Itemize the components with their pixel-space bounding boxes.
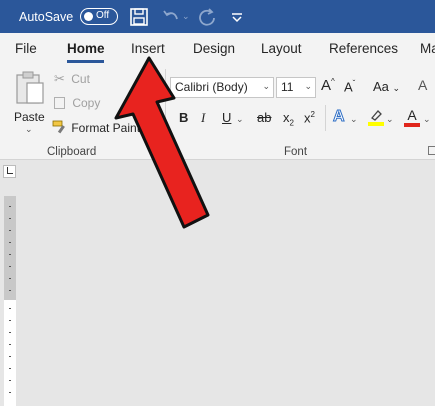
caret-down-icon: ˇ bbox=[352, 79, 356, 88]
vertical-ruler[interactable] bbox=[4, 196, 16, 406]
highlighter-icon bbox=[368, 110, 384, 126]
clipboard-dialog-launcher-icon[interactable] bbox=[151, 146, 160, 155]
ribbon-tabs: File Home Insert Design Layout Reference… bbox=[0, 33, 435, 65]
font-name-combo[interactable]: Calibri (Body) ⌄ bbox=[170, 77, 274, 98]
change-case-label: Aa bbox=[373, 79, 389, 94]
undo-dropdown-icon[interactable]: ⌄ bbox=[182, 11, 190, 22]
autosave-label: AutoSave bbox=[19, 10, 74, 24]
font-group-label: Font bbox=[284, 146, 308, 158]
shrink-font-label: A bbox=[344, 79, 353, 95]
copy-icon bbox=[54, 97, 65, 109]
chevron-down-icon[interactable]: ⌄ bbox=[423, 114, 431, 125]
superscript-button[interactable]: x2 bbox=[304, 110, 315, 125]
group-separator bbox=[165, 69, 166, 157]
paintbrush-icon bbox=[52, 120, 65, 134]
change-case-button[interactable]: Aa ⌄ bbox=[373, 79, 400, 94]
font-color-icon: A bbox=[407, 107, 417, 123]
paste-dropdown-icon[interactable]: ⌄ bbox=[25, 124, 33, 135]
cut-label: Cut bbox=[71, 72, 90, 86]
tab-layout[interactable]: Layout bbox=[261, 41, 302, 56]
chevron-down-icon: ⌄ bbox=[392, 83, 401, 93]
tab-selector[interactable] bbox=[3, 165, 16, 178]
tab-home[interactable]: Home bbox=[67, 41, 105, 56]
bold-button[interactable]: B bbox=[179, 110, 188, 125]
autosave-state: Off bbox=[96, 10, 110, 21]
text-effects-icon[interactable]: A bbox=[333, 108, 346, 126]
toggle-knob bbox=[84, 11, 93, 21]
clear-formatting-icon[interactable]: A bbox=[418, 77, 427, 93]
undo-icon[interactable] bbox=[160, 6, 182, 28]
shrink-font-button[interactable]: Aˇ bbox=[344, 79, 355, 94]
paste-label: Paste bbox=[14, 110, 45, 124]
grow-font-button[interactable]: A^ bbox=[321, 77, 335, 94]
save-icon[interactable] bbox=[128, 6, 150, 28]
font-dialog-launcher-icon[interactable] bbox=[428, 146, 435, 155]
copy-label: Copy bbox=[72, 96, 101, 110]
ruler-margin bbox=[4, 196, 16, 300]
format-painter-label: Format Painter bbox=[71, 121, 151, 135]
tab-insert[interactable]: Insert bbox=[131, 41, 165, 56]
font-name-value: Calibri (Body) bbox=[175, 80, 248, 94]
active-tab-indicator bbox=[67, 60, 104, 63]
font-color-button[interactable]: A bbox=[404, 107, 420, 127]
paste-icon bbox=[16, 71, 44, 104]
scissors-icon: ✂ bbox=[54, 71, 65, 86]
subscript-button[interactable]: x2 bbox=[283, 110, 294, 128]
chevron-down-icon[interactable]: ⌄ bbox=[236, 114, 244, 125]
clipboard-group-label: Clipboard bbox=[47, 146, 97, 158]
caret-up-icon: ^ bbox=[331, 77, 335, 86]
underline-button[interactable]: U bbox=[222, 110, 231, 125]
chevron-down-icon[interactable]: ⌄ bbox=[386, 114, 394, 125]
paste-button[interactable]: Paste ⌄ bbox=[12, 69, 48, 141]
chevron-down-icon: ⌄ bbox=[262, 81, 270, 91]
font-size-combo[interactable]: 11 ⌄ bbox=[276, 77, 316, 98]
ribbon-home: Paste ⌄ ✂ Cut Copy Format Painter Clipbo… bbox=[0, 65, 435, 160]
italic-button[interactable]: I bbox=[201, 110, 205, 126]
redo-icon[interactable] bbox=[196, 6, 218, 28]
chevron-down-icon[interactable]: ⌄ bbox=[350, 114, 358, 125]
font-color-swatch bbox=[404, 123, 420, 127]
copy-button[interactable]: Copy bbox=[54, 96, 100, 110]
tab-references[interactable]: References bbox=[329, 41, 398, 56]
format-painter-button[interactable]: Format Painter bbox=[52, 120, 151, 135]
highlight-button[interactable] bbox=[367, 108, 385, 131]
tab-design[interactable]: Design bbox=[193, 41, 235, 56]
strikethrough-button[interactable]: ab bbox=[257, 110, 271, 125]
font-size-value: 11 bbox=[281, 80, 294, 94]
cut-button[interactable]: ✂ Cut bbox=[54, 71, 90, 87]
separator bbox=[325, 105, 326, 131]
title-bar: AutoSave Off ⌄ bbox=[0, 0, 435, 33]
grow-font-label: A bbox=[321, 77, 332, 94]
tab-mailings[interactable]: Ma bbox=[420, 41, 435, 56]
customize-quick-access-icon[interactable] bbox=[226, 6, 248, 28]
chevron-down-icon: ⌄ bbox=[304, 81, 312, 91]
subscript-mark: 2 bbox=[289, 118, 294, 128]
superscript-mark: 2 bbox=[310, 110, 315, 119]
autosave-toggle[interactable]: Off bbox=[80, 8, 118, 25]
tab-file[interactable]: File bbox=[15, 41, 37, 56]
